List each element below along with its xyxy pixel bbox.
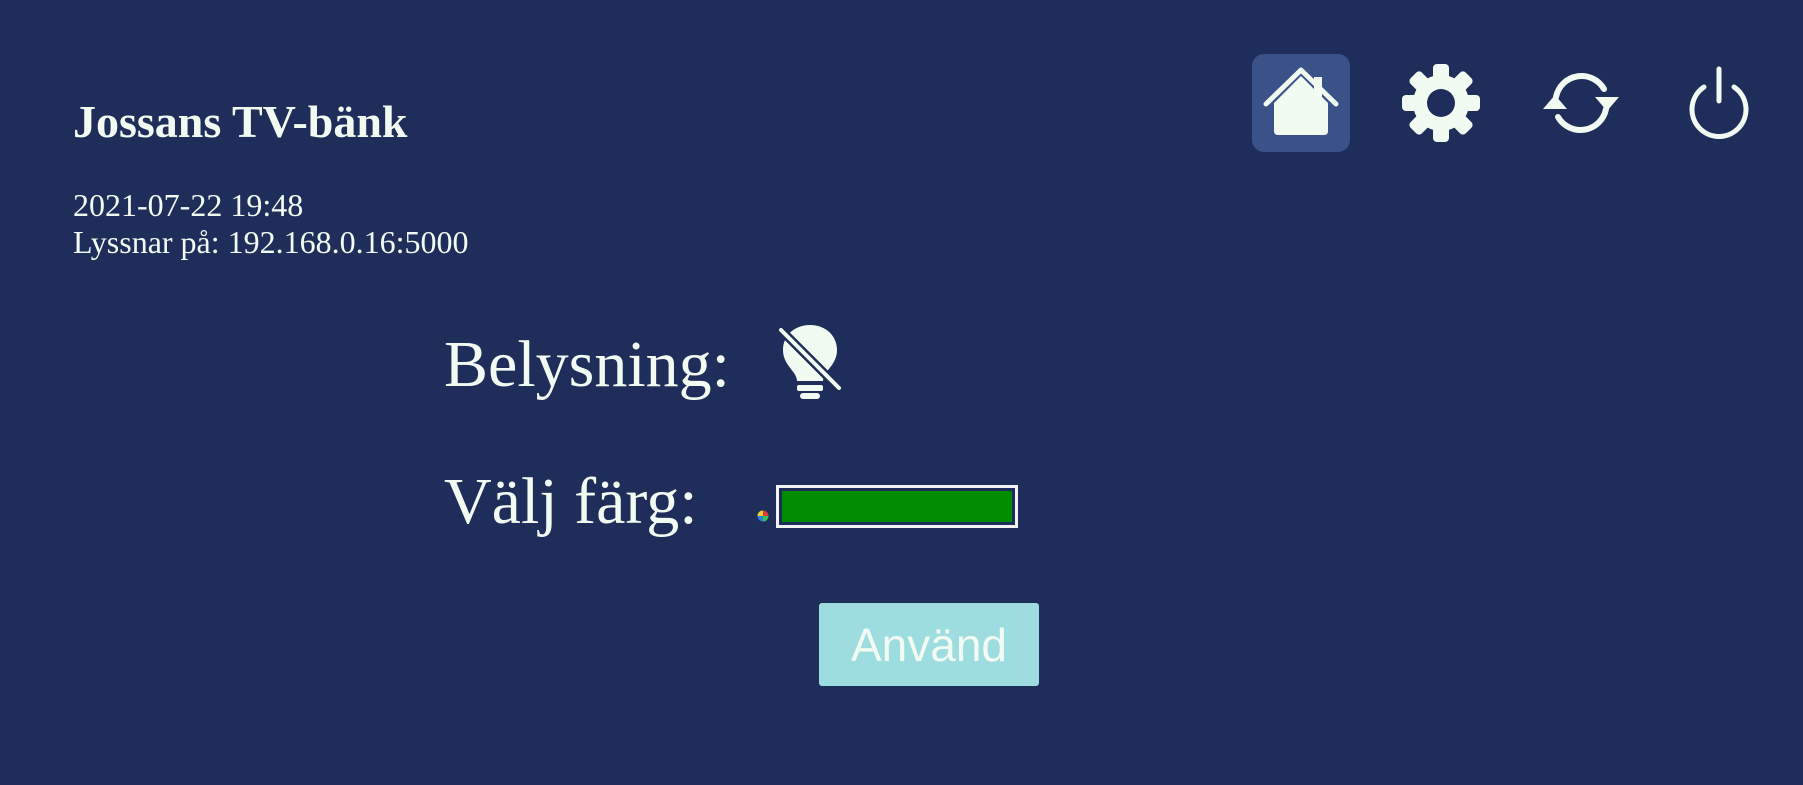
color-picker-input[interactable] [776,485,1018,528]
status-info: 2021-07-22 19:48 Lyssnar på: 192.168.0.1… [73,187,469,261]
color-label: Välj färg: [444,465,698,538]
color-wheel-icon [757,510,769,522]
power-icon [1689,66,1749,139]
color-swatch [782,491,1012,522]
lighting-label: Belysning: [444,328,731,401]
page-title: Jossans TV-bänk [73,96,408,147]
nav-settings-button[interactable] [1392,54,1490,152]
home-icon [1263,67,1339,135]
gear-icon [1402,64,1480,142]
nav-power-button[interactable] [1670,54,1768,152]
nav-refresh-button[interactable] [1532,54,1630,152]
datetime-text: 2021-07-22 19:48 [73,187,304,223]
lightbulb-off-icon[interactable] [775,322,845,402]
refresh-icon [1543,73,1619,133]
nav-home-button[interactable] [1252,54,1350,152]
listening-address-text: Lyssnar på: 192.168.0.16:5000 [73,224,469,260]
apply-button[interactable]: Använd [819,603,1039,686]
